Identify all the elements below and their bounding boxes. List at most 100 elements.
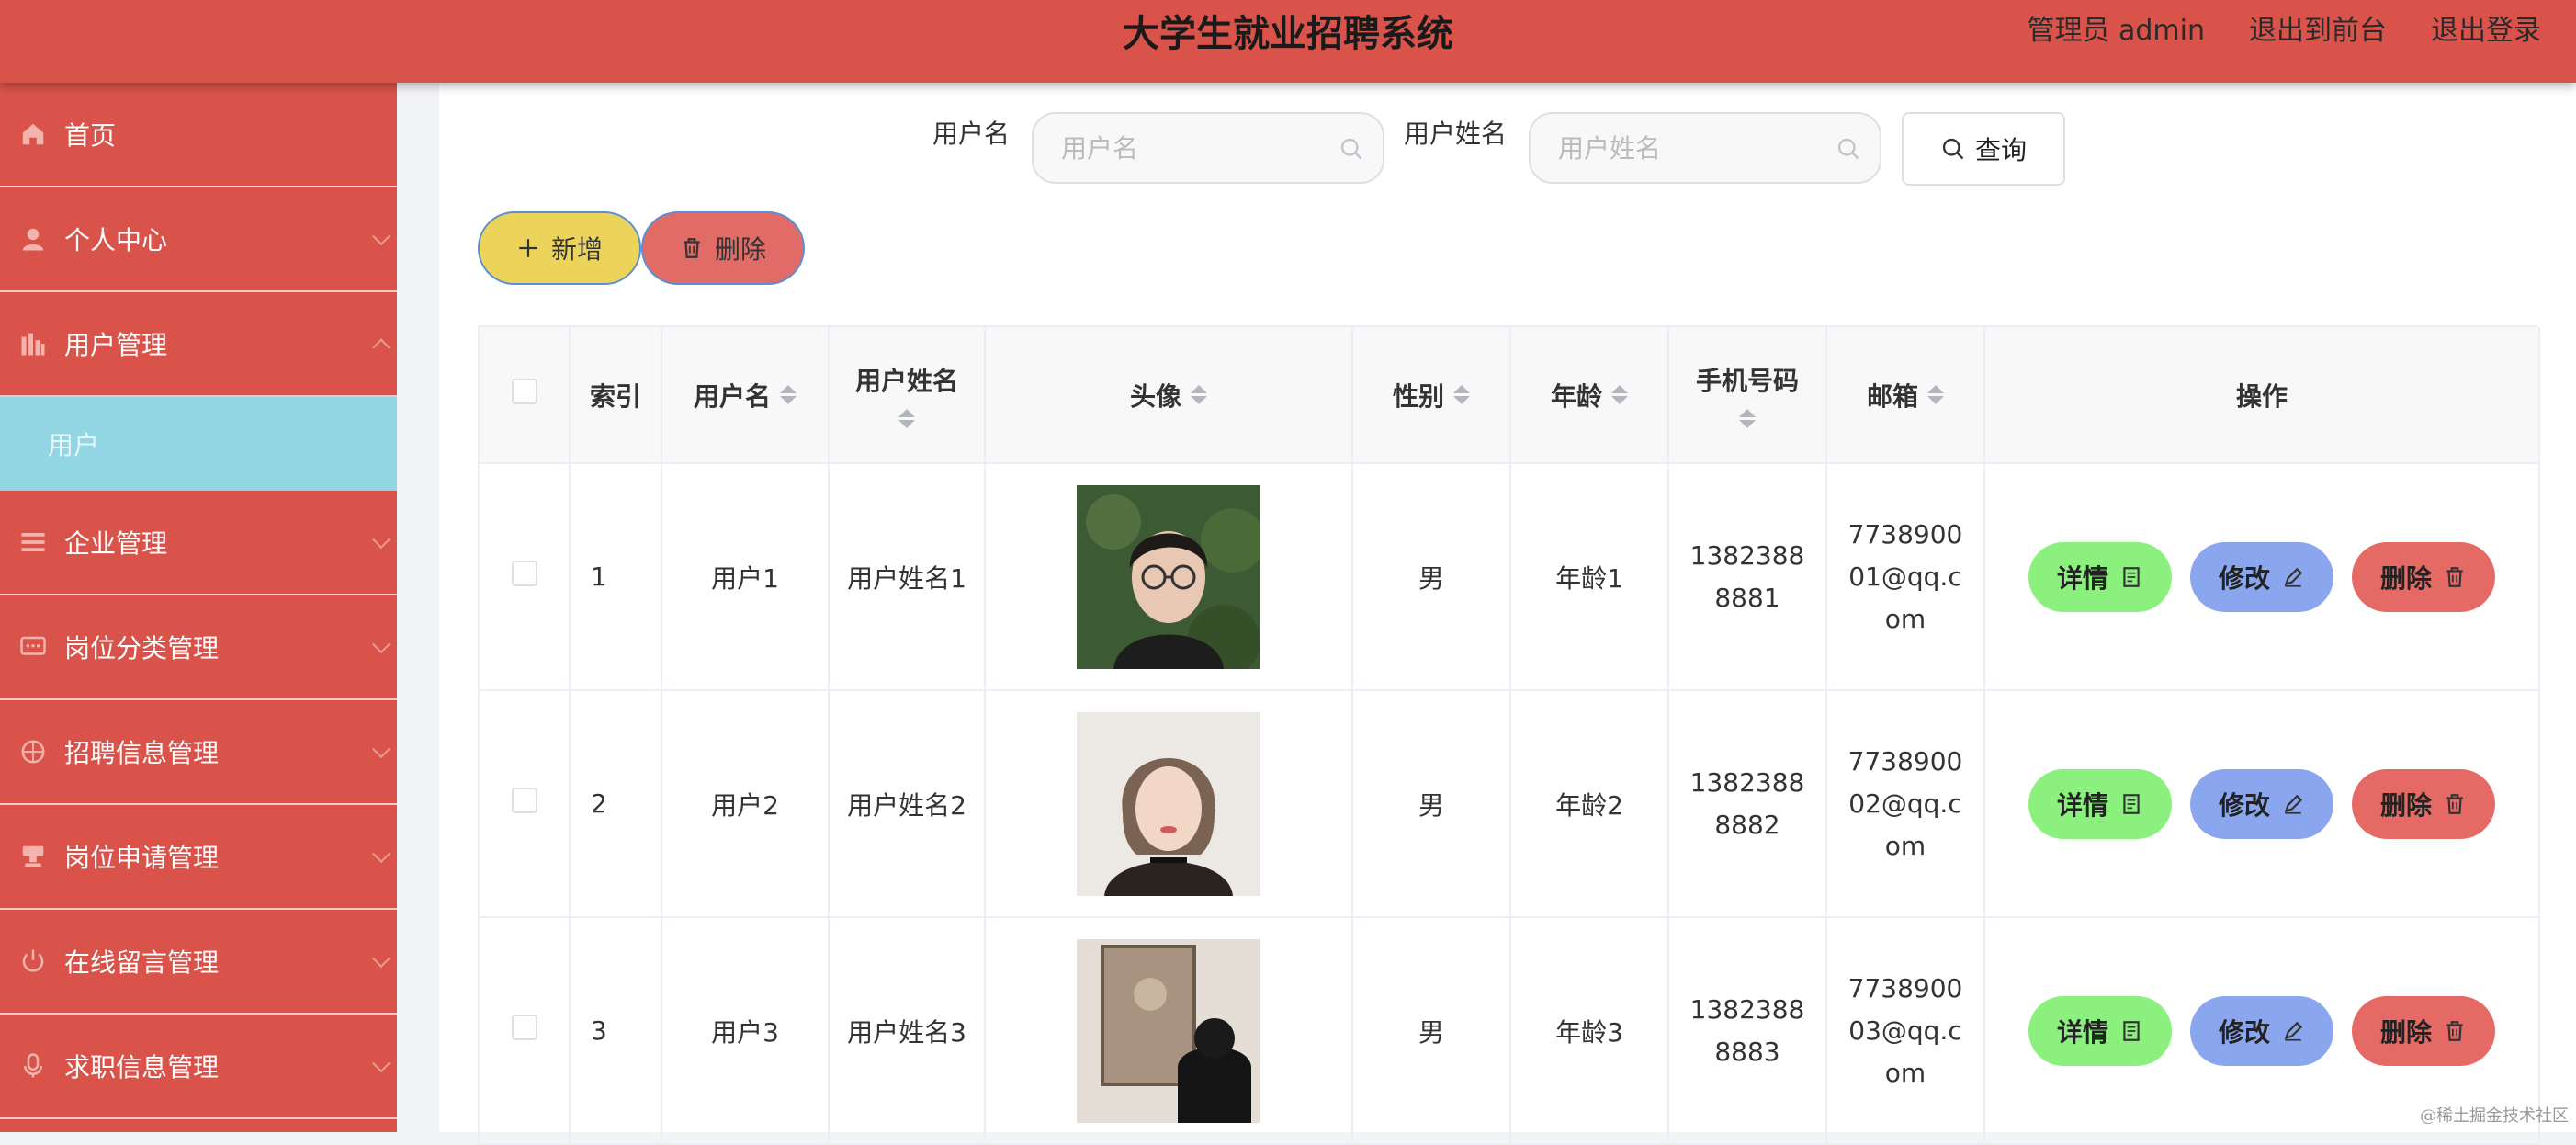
cell-index: 3 — [570, 917, 661, 1144]
chevron-down-icon — [372, 227, 390, 245]
edit-button-label: 修改 — [2219, 786, 2270, 822]
cell-username: 用户1 — [661, 463, 829, 690]
row-checkbox[interactable] — [512, 1015, 537, 1040]
sidebar-item-label: 求职信息管理 — [64, 1048, 219, 1084]
sidebar-item-job-category-management[interactable]: 岗位分类管理 — [0, 595, 397, 700]
sidebar-item-company-management[interactable]: 企业管理 — [0, 491, 397, 595]
sort-icon[interactable] — [1739, 409, 1756, 428]
chart-icon — [18, 329, 48, 358]
cell-avatar — [985, 690, 1352, 917]
sidebar-item-label: 企业管理 — [64, 524, 167, 561]
cell-phone: 13823888881 — [1668, 463, 1826, 690]
edit-button[interactable]: 修改 — [2190, 769, 2333, 839]
sidebar-item-job-seeking-info-management[interactable]: 求职信息管理 — [0, 1015, 397, 1119]
sidebar-item-label: 招聘信息管理 — [64, 733, 219, 770]
sidebar-item-label: 岗位分类管理 — [64, 629, 219, 665]
trash-icon — [680, 236, 704, 260]
cell-age: 年龄3 — [1510, 917, 1668, 1144]
realname-search-label: 用户姓名 — [1404, 114, 1507, 151]
header-age-label: 年龄 — [1551, 377, 1602, 414]
sort-icon[interactable] — [1453, 385, 1470, 404]
pencil-icon — [2281, 792, 2305, 816]
sidebar-item-personal-center[interactable]: 个人中心 — [0, 187, 397, 292]
cell-avatar — [985, 463, 1352, 690]
sort-icon[interactable] — [1611, 385, 1628, 404]
detail-button[interactable]: 详情 — [2028, 542, 2172, 612]
row-delete-button[interactable]: 删除 — [2352, 996, 2495, 1066]
edit-button-label: 修改 — [2219, 1013, 2270, 1049]
realname-search-input[interactable] — [1558, 133, 1834, 164]
search-icon — [1940, 136, 1966, 162]
sidebar-subitem-user[interactable]: 用户 — [0, 397, 397, 491]
trash-icon — [2443, 1019, 2467, 1043]
header-age[interactable]: 年龄 — [1510, 327, 1668, 463]
sidebar-item-job-application-management[interactable]: 岗位申请管理 — [0, 805, 397, 910]
cell-realname: 用户姓名3 — [829, 917, 985, 1144]
cell-ops: 详情 修改 删除 — [1984, 463, 2539, 690]
detail-button[interactable]: 详情 — [2028, 996, 2172, 1066]
header-nav: 管理员 admin 退出到前台 退出登录 — [2027, 7, 2541, 48]
header-phone-label: 手机号码 — [1696, 361, 1799, 398]
sidebar-item-label: 首页 — [64, 116, 116, 153]
username-search-input[interactable] — [1061, 133, 1337, 164]
cell-phone: 13823888882 — [1668, 690, 1826, 917]
top-header: 大学生就业招聘系统 管理员 admin 退出到前台 退出登录 — [0, 0, 2576, 83]
row-checkbox[interactable] — [512, 788, 537, 813]
add-button[interactable]: 新增 — [478, 211, 641, 285]
detail-button-label: 详情 — [2057, 1013, 2108, 1049]
sort-icon[interactable] — [898, 409, 915, 428]
sidebar-item-user-management[interactable]: 用户管理 — [0, 292, 397, 397]
realname-search-field[interactable] — [1529, 112, 1881, 184]
row-delete-button[interactable]: 删除 — [2352, 769, 2495, 839]
table-header-row: 索引 用户名 用户姓名 头像 性别 年龄 手机号码 邮箱 操作 — [480, 327, 2539, 463]
header-index: 索引 — [570, 327, 661, 463]
chevron-down-icon — [372, 635, 390, 653]
header-username[interactable]: 用户名 — [661, 327, 829, 463]
sidebar-item-label: 岗位申请管理 — [64, 838, 219, 875]
row-delete-button[interactable]: 删除 — [2352, 542, 2495, 612]
detail-button-label: 详情 — [2057, 786, 2108, 822]
header-email[interactable]: 邮箱 — [1826, 327, 1984, 463]
exit-to-front-link[interactable]: 退出到前台 — [2249, 7, 2387, 48]
header-realname-label: 用户姓名 — [855, 361, 958, 398]
detail-button[interactable]: 详情 — [2028, 769, 2172, 839]
edit-button[interactable]: 修改 — [2190, 542, 2333, 612]
table-row: 1 用户1 用户姓名1 — [480, 463, 2539, 690]
select-all-checkbox[interactable] — [512, 379, 537, 404]
row-delete-button-label: 删除 — [2380, 1013, 2432, 1049]
header-avatar[interactable]: 头像 — [985, 327, 1352, 463]
trash-icon — [2443, 565, 2467, 589]
cell-email: 773890003@qq.com — [1826, 917, 1984, 1144]
row-checkbox[interactable] — [512, 561, 537, 586]
cell-gender: 男 — [1352, 463, 1510, 690]
sort-icon[interactable] — [1927, 385, 1944, 404]
header-username-label: 用户名 — [694, 377, 771, 414]
mic-icon — [18, 1051, 48, 1081]
header-realname[interactable]: 用户姓名 — [829, 327, 985, 463]
cell-realname: 用户姓名2 — [829, 690, 985, 917]
edit-button[interactable]: 修改 — [2190, 996, 2333, 1066]
header-email-label: 邮箱 — [1867, 377, 1918, 414]
sidebar-item-recruitment-info-management[interactable]: 招聘信息管理 — [0, 700, 397, 805]
header-phone[interactable]: 手机号码 — [1668, 327, 1826, 463]
username-search-field[interactable] — [1032, 112, 1384, 184]
logout-link[interactable]: 退出登录 — [2431, 7, 2541, 48]
stamp-icon — [18, 842, 48, 871]
admin-user-label[interactable]: 管理员 admin — [2027, 7, 2205, 48]
list-icon — [18, 527, 48, 557]
batch-delete-button[interactable]: 删除 — [641, 211, 805, 285]
detail-button-label: 详情 — [2057, 559, 2108, 595]
chevron-down-icon — [372, 740, 390, 758]
row-select-cell — [480, 690, 570, 917]
user-icon — [18, 224, 48, 254]
avatar — [1077, 485, 1260, 669]
query-button[interactable]: 查询 — [1902, 112, 2065, 186]
sort-icon[interactable] — [1191, 385, 1207, 404]
sidebar-item-home[interactable]: 首页 — [0, 83, 397, 187]
header-gender[interactable]: 性别 — [1352, 327, 1510, 463]
pencil-icon — [2281, 1019, 2305, 1043]
sort-icon[interactable] — [780, 385, 797, 404]
batch-delete-button-label: 删除 — [715, 230, 766, 266]
search-bar: 用户名 用户姓名 查询 — [439, 97, 2576, 171]
sidebar-item-online-message-management[interactable]: 在线留言管理 — [0, 910, 397, 1015]
